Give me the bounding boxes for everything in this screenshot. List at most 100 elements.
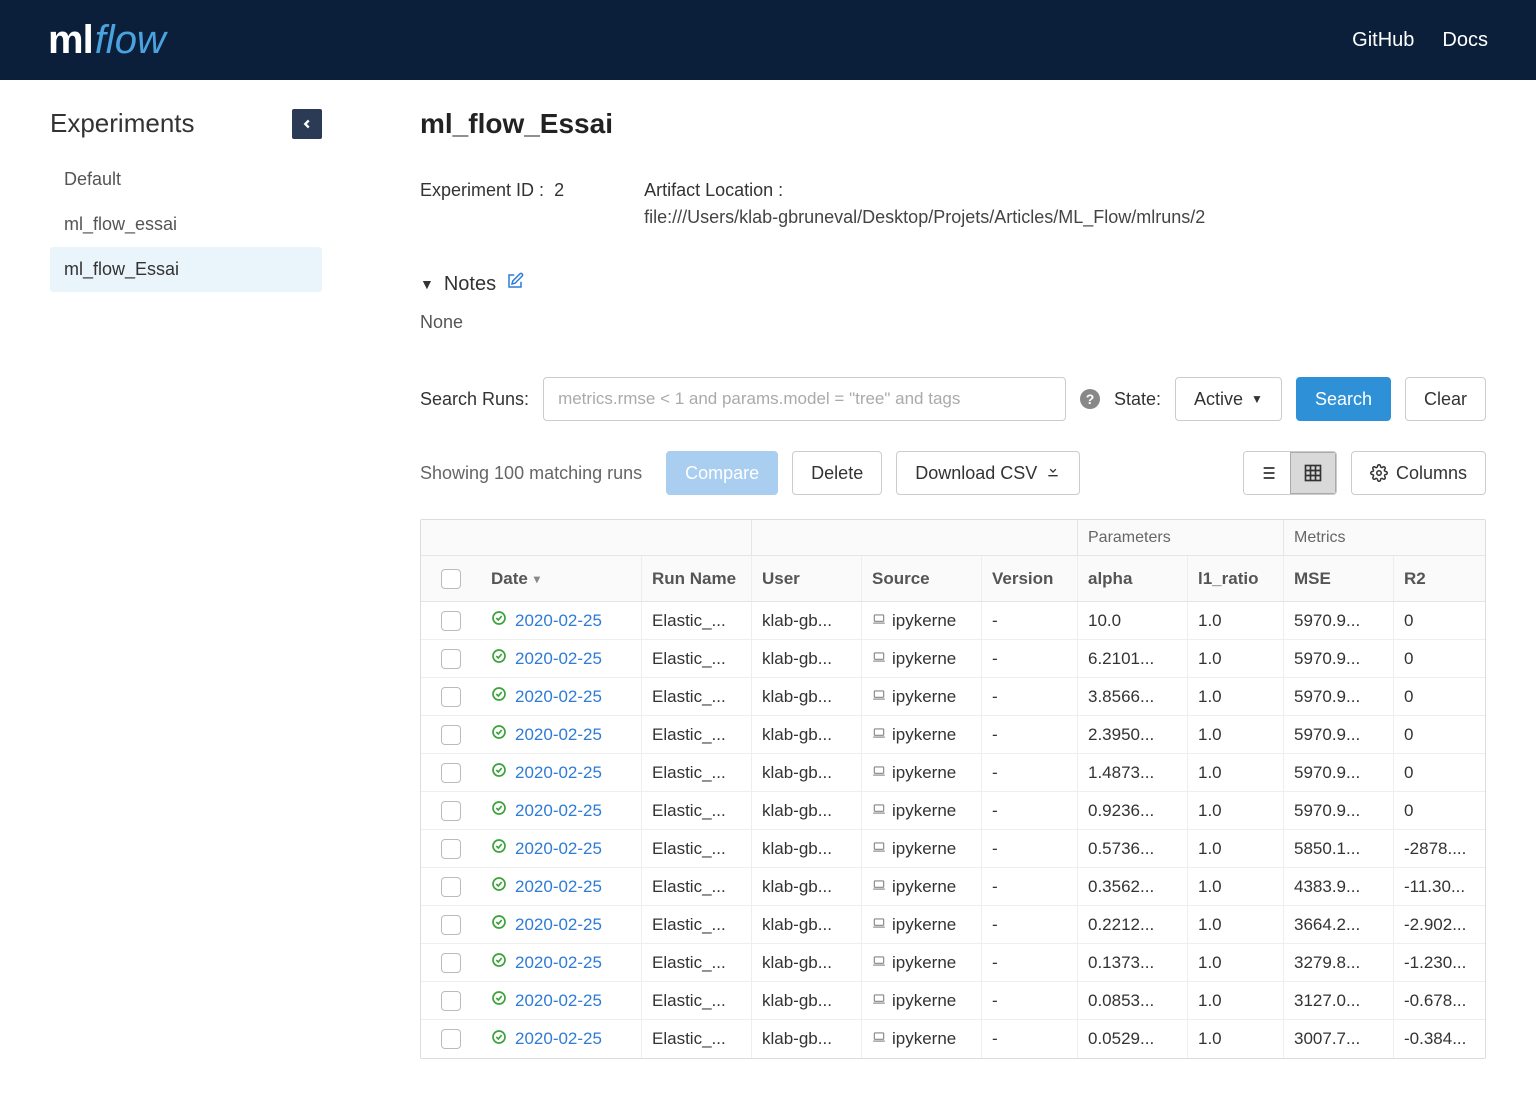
- sidebar-item-0[interactable]: Default: [50, 157, 322, 202]
- collapse-sidebar-button[interactable]: [292, 109, 322, 139]
- row-checkbox[interactable]: [441, 725, 461, 745]
- row-checkbox[interactable]: [441, 915, 461, 935]
- row-date[interactable]: 2020-02-25: [481, 792, 641, 829]
- row-checkbox[interactable]: [441, 687, 461, 707]
- col-run-name[interactable]: Run Name: [641, 556, 751, 601]
- row-r2: 0: [1393, 640, 1485, 677]
- row-user: klab-gb...: [751, 944, 861, 981]
- download-icon: [1045, 463, 1061, 484]
- row-l1-ratio: 1.0: [1187, 830, 1283, 867]
- select-all-checkbox[interactable]: [441, 569, 461, 589]
- artifact-label: Artifact Location :: [644, 180, 1205, 201]
- row-date[interactable]: 2020-02-25: [481, 868, 641, 905]
- logo[interactable]: ml flow: [48, 18, 166, 63]
- table-body: 2020-02-25Elastic_...klab-gb...ipykerne-…: [421, 602, 1485, 1058]
- row-checkbox[interactable]: [441, 649, 461, 669]
- row-alpha: 2.3950...: [1077, 716, 1187, 753]
- sidebar-item-2[interactable]: ml_flow_Essai: [50, 247, 322, 292]
- row-checkbox[interactable]: [441, 1029, 461, 1049]
- row-version: -: [981, 640, 1077, 677]
- col-source[interactable]: Source: [861, 556, 981, 601]
- search-label: Search Runs:: [420, 389, 529, 410]
- row-date[interactable]: 2020-02-25: [481, 716, 641, 753]
- col-alpha[interactable]: alpha: [1077, 556, 1187, 601]
- table-row: 2020-02-25Elastic_...klab-gb...ipykerne-…: [421, 640, 1485, 678]
- row-checkbox[interactable]: [441, 877, 461, 897]
- col-date[interactable]: Date▾: [481, 556, 641, 601]
- col-version[interactable]: Version: [981, 556, 1077, 601]
- state-dropdown[interactable]: Active ▼: [1175, 377, 1282, 421]
- edit-notes-button[interactable]: [506, 272, 524, 296]
- list-view-button[interactable]: [1244, 452, 1290, 494]
- row-checkbox[interactable]: [441, 953, 461, 973]
- row-mse: 5970.9...: [1283, 678, 1393, 715]
- help-icon[interactable]: ?: [1080, 389, 1100, 409]
- search-button[interactable]: Search: [1296, 377, 1391, 421]
- table-row: 2020-02-25Elastic_...klab-gb...ipykerne-…: [421, 716, 1485, 754]
- row-r2: -2.902...: [1393, 906, 1485, 943]
- table-row: 2020-02-25Elastic_...klab-gb...ipykerne-…: [421, 868, 1485, 906]
- row-alpha: 0.2212...: [1077, 906, 1187, 943]
- grid-view-button[interactable]: [1290, 452, 1336, 494]
- search-input[interactable]: [543, 377, 1066, 421]
- table-row: 2020-02-25Elastic_...klab-gb...ipykerne-…: [421, 792, 1485, 830]
- row-alpha: 0.0853...: [1077, 982, 1187, 1019]
- nav-docs[interactable]: Docs: [1442, 29, 1488, 52]
- row-user: klab-gb...: [751, 830, 861, 867]
- nav-github[interactable]: GitHub: [1352, 29, 1414, 52]
- row-run-name: Elastic_...: [641, 602, 751, 639]
- row-date[interactable]: 2020-02-25: [481, 640, 641, 677]
- row-checkbox[interactable]: [441, 801, 461, 821]
- row-date[interactable]: 2020-02-25: [481, 602, 641, 639]
- table-row: 2020-02-25Elastic_...klab-gb...ipykerne-…: [421, 944, 1485, 982]
- row-date[interactable]: 2020-02-25: [481, 678, 641, 715]
- table-row: 2020-02-25Elastic_...klab-gb...ipykerne-…: [421, 1020, 1485, 1058]
- row-alpha: 6.2101...: [1077, 640, 1187, 677]
- row-l1-ratio: 1.0: [1187, 754, 1283, 791]
- row-date[interactable]: 2020-02-25: [481, 754, 641, 791]
- row-date[interactable]: 2020-02-25: [481, 830, 641, 867]
- status-success-icon: [491, 762, 507, 783]
- row-checkbox[interactable]: [441, 763, 461, 783]
- row-version: -: [981, 1020, 1077, 1058]
- state-label: State:: [1114, 389, 1161, 410]
- row-date[interactable]: 2020-02-25: [481, 982, 641, 1019]
- table-row: 2020-02-25Elastic_...klab-gb...ipykerne-…: [421, 982, 1485, 1020]
- row-date[interactable]: 2020-02-25: [481, 906, 641, 943]
- compare-button[interactable]: Compare: [666, 451, 778, 495]
- laptop-icon: [872, 991, 886, 1011]
- columns-button[interactable]: Columns: [1351, 451, 1486, 495]
- row-mse: 5970.9...: [1283, 602, 1393, 639]
- row-mse: 5970.9...: [1283, 640, 1393, 677]
- row-run-name: Elastic_...: [641, 754, 751, 791]
- status-success-icon: [491, 990, 507, 1011]
- col-r2[interactable]: R2: [1393, 556, 1485, 601]
- delete-button[interactable]: Delete: [792, 451, 882, 495]
- experiment-meta: Experiment ID : 2 Artifact Location : fi…: [420, 180, 1486, 228]
- col-l1-ratio[interactable]: l1_ratio: [1187, 556, 1283, 601]
- row-date[interactable]: 2020-02-25: [481, 1020, 641, 1058]
- col-mse[interactable]: MSE: [1283, 556, 1393, 601]
- sidebar-item-1[interactable]: ml_flow_essai: [50, 202, 322, 247]
- col-user[interactable]: User: [751, 556, 861, 601]
- row-checkbox[interactable]: [441, 839, 461, 859]
- row-alpha: 0.1373...: [1077, 944, 1187, 981]
- row-r2: -11.30...: [1393, 868, 1485, 905]
- status-success-icon: [491, 648, 507, 669]
- row-run-name: Elastic_...: [641, 868, 751, 905]
- download-csv-button[interactable]: Download CSV: [896, 451, 1080, 495]
- row-date[interactable]: 2020-02-25: [481, 944, 641, 981]
- row-r2: 0: [1393, 716, 1485, 753]
- columns-label: Columns: [1396, 463, 1467, 484]
- clear-button[interactable]: Clear: [1405, 377, 1486, 421]
- table-row: 2020-02-25Elastic_...klab-gb...ipykerne-…: [421, 830, 1485, 868]
- notes-header[interactable]: ▼ Notes: [420, 272, 1486, 296]
- main: ml_flow_Essai Experiment ID : 2 Artifact…: [340, 80, 1536, 1099]
- status-success-icon: [491, 610, 507, 631]
- row-version: -: [981, 868, 1077, 905]
- sort-icon: ▾: [534, 572, 540, 586]
- metrics-group-header: Metrics: [1283, 520, 1393, 555]
- row-run-name: Elastic_...: [641, 830, 751, 867]
- row-checkbox[interactable]: [441, 991, 461, 1011]
- row-checkbox[interactable]: [441, 611, 461, 631]
